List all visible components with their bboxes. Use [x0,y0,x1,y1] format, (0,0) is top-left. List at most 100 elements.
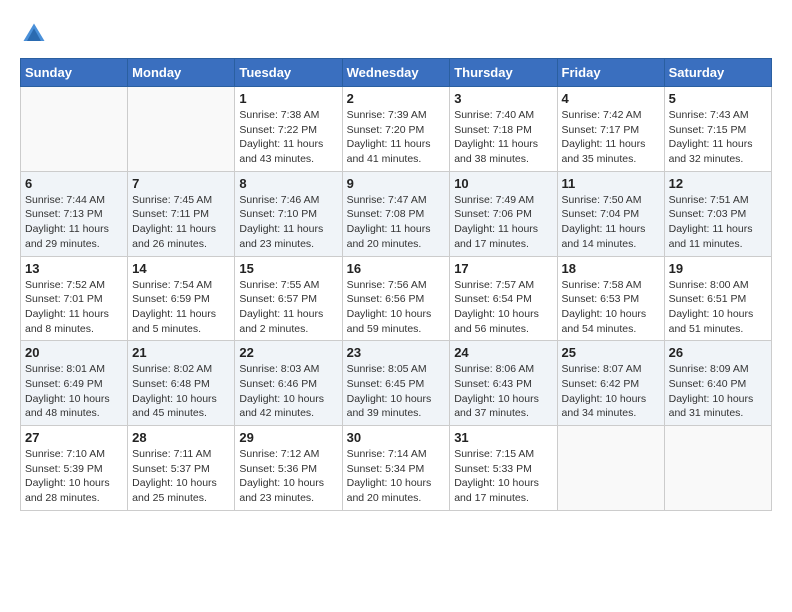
calendar-cell: 9 Sunrise: 7:47 AM Sunset: 7:08 PM Daylig… [342,171,450,256]
day-number: 21 [132,345,230,360]
week-row-2: 6 Sunrise: 7:44 AM Sunset: 7:13 PM Daylig… [21,171,772,256]
day-info: Sunrise: 7:38 AM Sunset: 7:22 PM Dayligh… [239,108,337,167]
calendar-cell: 3 Sunrise: 7:40 AM Sunset: 7:18 PM Daylig… [450,87,557,172]
day-info: Sunrise: 7:11 AM Sunset: 5:37 PM Dayligh… [132,447,230,506]
calendar-cell: 29 Sunrise: 7:12 AM Sunset: 5:36 PM Dayli… [235,426,342,511]
calendar-cell: 18 Sunrise: 7:58 AM Sunset: 6:53 PM Dayli… [557,256,664,341]
day-info: Sunrise: 8:03 AM Sunset: 6:46 PM Dayligh… [239,362,337,421]
day-number: 6 [25,176,123,191]
day-number: 16 [347,261,446,276]
day-number: 18 [562,261,660,276]
header-cell-sunday: Sunday [21,59,128,87]
calendar-cell [664,426,771,511]
calendar-cell: 14 Sunrise: 7:54 AM Sunset: 6:59 PM Dayli… [128,256,235,341]
calendar-cell: 22Sunrise: 8:03 AM Sunset: 6:46 PM Dayli… [235,341,342,426]
day-info: Sunrise: 7:57 AM Sunset: 6:54 PM Dayligh… [454,278,552,337]
calendar-cell [21,87,128,172]
day-number: 30 [347,430,446,445]
day-info: Sunrise: 7:45 AM Sunset: 7:11 PM Dayligh… [132,193,230,252]
day-number: 3 [454,91,552,106]
day-info: Sunrise: 7:44 AM Sunset: 7:13 PM Dayligh… [25,193,123,252]
day-number: 25 [562,345,660,360]
day-info: Sunrise: 8:00 AM Sunset: 6:51 PM Dayligh… [669,278,767,337]
calendar-cell: 23 Sunrise: 8:05 AM Sunset: 6:45 PM Dayli… [342,341,450,426]
day-number: 4 [562,91,660,106]
calendar-cell: 25Sunrise: 8:07 AM Sunset: 6:42 PM Dayli… [557,341,664,426]
day-number: 5 [669,91,767,106]
calendar-cell: 8Sunrise: 7:46 AM Sunset: 7:10 PM Daylig… [235,171,342,256]
day-number: 7 [132,176,230,191]
day-number: 1 [239,91,337,106]
calendar-cell: 12 Sunrise: 7:51 AM Sunset: 7:03 PM Dayli… [664,171,771,256]
week-row-1: 1 Sunrise: 7:38 AM Sunset: 7:22 PM Daylig… [21,87,772,172]
calendar-cell: 7 Sunrise: 7:45 AM Sunset: 7:11 PM Daylig… [128,171,235,256]
calendar-table: SundayMondayTuesdayWednesdayThursdayFrid… [20,58,772,511]
calendar-cell: 6 Sunrise: 7:44 AM Sunset: 7:13 PM Daylig… [21,171,128,256]
page-header [20,20,772,48]
day-info: Sunrise: 8:06 AM Sunset: 6:43 PM Dayligh… [454,362,552,421]
day-info: Sunrise: 7:52 AM Sunset: 7:01 PM Dayligh… [25,278,123,337]
day-info: Sunrise: 7:49 AM Sunset: 7:06 PM Dayligh… [454,193,552,252]
week-row-5: 27Sunrise: 7:10 AM Sunset: 5:39 PM Dayli… [21,426,772,511]
day-info: Sunrise: 7:40 AM Sunset: 7:18 PM Dayligh… [454,108,552,167]
header-cell-wednesday: Wednesday [342,59,450,87]
day-number: 24 [454,345,552,360]
week-row-3: 13 Sunrise: 7:52 AM Sunset: 7:01 PM Dayli… [21,256,772,341]
day-info: Sunrise: 7:42 AM Sunset: 7:17 PM Dayligh… [562,108,660,167]
calendar-cell: 27Sunrise: 7:10 AM Sunset: 5:39 PM Dayli… [21,426,128,511]
day-number: 29 [239,430,337,445]
day-number: 27 [25,430,123,445]
calendar-cell: 31 Sunrise: 7:15 AM Sunset: 5:33 PM Dayli… [450,426,557,511]
calendar-cell: 28 Sunrise: 7:11 AM Sunset: 5:37 PM Dayli… [128,426,235,511]
day-info: Sunrise: 7:50 AM Sunset: 7:04 PM Dayligh… [562,193,660,252]
day-info: Sunrise: 7:43 AM Sunset: 7:15 PM Dayligh… [669,108,767,167]
day-number: 31 [454,430,552,445]
week-row-4: 20Sunrise: 8:01 AM Sunset: 6:49 PM Dayli… [21,341,772,426]
calendar-cell: 19Sunrise: 8:00 AM Sunset: 6:51 PM Dayli… [664,256,771,341]
header-cell-tuesday: Tuesday [235,59,342,87]
calendar-cell: 24 Sunrise: 8:06 AM Sunset: 6:43 PM Dayli… [450,341,557,426]
header-cell-saturday: Saturday [664,59,771,87]
day-info: Sunrise: 7:47 AM Sunset: 7:08 PM Dayligh… [347,193,446,252]
day-number: 15 [239,261,337,276]
day-info: Sunrise: 7:46 AM Sunset: 7:10 PM Dayligh… [239,193,337,252]
calendar-cell: 30 Sunrise: 7:14 AM Sunset: 5:34 PM Dayli… [342,426,450,511]
calendar-cell: 17Sunrise: 7:57 AM Sunset: 6:54 PM Dayli… [450,256,557,341]
day-info: Sunrise: 7:58 AM Sunset: 6:53 PM Dayligh… [562,278,660,337]
day-info: Sunrise: 7:54 AM Sunset: 6:59 PM Dayligh… [132,278,230,337]
day-info: Sunrise: 7:12 AM Sunset: 5:36 PM Dayligh… [239,447,337,506]
calendar-cell: 2Sunrise: 7:39 AM Sunset: 7:20 PM Daylig… [342,87,450,172]
day-number: 26 [669,345,767,360]
day-number: 11 [562,176,660,191]
day-number: 23 [347,345,446,360]
day-info: Sunrise: 8:02 AM Sunset: 6:48 PM Dayligh… [132,362,230,421]
calendar-cell [557,426,664,511]
calendar-cell: 11 Sunrise: 7:50 AM Sunset: 7:04 PM Dayli… [557,171,664,256]
header-cell-friday: Friday [557,59,664,87]
day-number: 14 [132,261,230,276]
day-number: 13 [25,261,123,276]
day-number: 12 [669,176,767,191]
logo [20,20,52,48]
calendar-cell: 21 Sunrise: 8:02 AM Sunset: 6:48 PM Dayli… [128,341,235,426]
calendar-cell: 4 Sunrise: 7:42 AM Sunset: 7:17 PM Daylig… [557,87,664,172]
calendar-cell [128,87,235,172]
day-number: 9 [347,176,446,191]
day-info: Sunrise: 7:15 AM Sunset: 5:33 PM Dayligh… [454,447,552,506]
day-info: Sunrise: 7:56 AM Sunset: 6:56 PM Dayligh… [347,278,446,337]
day-info: Sunrise: 7:55 AM Sunset: 6:57 PM Dayligh… [239,278,337,337]
calendar-cell: 20Sunrise: 8:01 AM Sunset: 6:49 PM Dayli… [21,341,128,426]
day-info: Sunrise: 7:14 AM Sunset: 5:34 PM Dayligh… [347,447,446,506]
day-number: 28 [132,430,230,445]
day-info: Sunrise: 7:51 AM Sunset: 7:03 PM Dayligh… [669,193,767,252]
logo-icon [20,20,48,48]
day-info: Sunrise: 8:05 AM Sunset: 6:45 PM Dayligh… [347,362,446,421]
calendar-cell: 13 Sunrise: 7:52 AM Sunset: 7:01 PM Dayli… [21,256,128,341]
calendar-cell: 10Sunrise: 7:49 AM Sunset: 7:06 PM Dayli… [450,171,557,256]
header-cell-monday: Monday [128,59,235,87]
day-info: Sunrise: 8:09 AM Sunset: 6:40 PM Dayligh… [669,362,767,421]
day-info: Sunrise: 7:39 AM Sunset: 7:20 PM Dayligh… [347,108,446,167]
header-row: SundayMondayTuesdayWednesdayThursdayFrid… [21,59,772,87]
day-number: 20 [25,345,123,360]
calendar-cell: 5 Sunrise: 7:43 AM Sunset: 7:15 PM Daylig… [664,87,771,172]
